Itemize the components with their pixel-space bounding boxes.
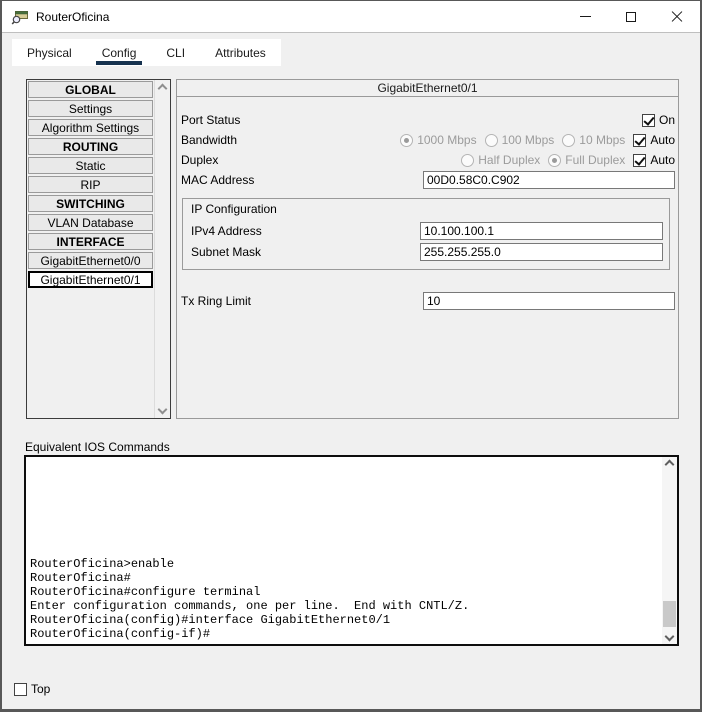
bandwidth-auto-control: Auto bbox=[633, 133, 675, 147]
subnet-mask-label: Subnet Mask bbox=[191, 245, 420, 259]
terminal-line: RouterOficina(config)#interface GigabitE… bbox=[30, 613, 660, 627]
subnet-mask-row: Subnet Mask bbox=[191, 242, 663, 261]
port-status-label: Port Status bbox=[181, 113, 642, 127]
ipv4-address-label: IPv4 Address bbox=[191, 224, 420, 238]
ios-commands-terminal: RouterOficina>enable RouterOficina# Rout… bbox=[24, 455, 679, 646]
tab-strip: Physical Config CLI Attributes bbox=[12, 39, 281, 66]
ios-commands-label: Equivalent IOS Commands bbox=[25, 440, 700, 454]
radio-label: 100 Mbps bbox=[502, 133, 555, 147]
sidebar-item[interactable]: GLOBAL bbox=[28, 81, 153, 98]
ip-configuration-group: IP Configuration IPv4 Address Subnet Mas… bbox=[182, 198, 670, 270]
terminal-line: RouterOficina(config-if)# bbox=[30, 627, 660, 641]
tab[interactable]: Physical bbox=[12, 39, 87, 66]
radio-icon bbox=[548, 154, 561, 167]
terminal-line: Enter configuration commands, one per li… bbox=[30, 599, 660, 613]
radio-label: Half Duplex bbox=[478, 153, 540, 167]
config-area: GLOBAL Settings Algorithm Settings ROUTI… bbox=[26, 79, 679, 419]
bandwidth-label: Bandwidth bbox=[181, 133, 400, 147]
sidebar-item[interactable]: GigabitEthernet0/1 bbox=[28, 271, 153, 288]
top-checkbox-label: Top bbox=[31, 682, 50, 696]
minimize-icon bbox=[580, 16, 591, 17]
sidebar-item[interactable]: VLAN Database bbox=[28, 214, 153, 231]
duplex-auto-label: Auto bbox=[650, 153, 675, 167]
bandwidth-options: 1000 Mbps 100 Mbps 10 Mbps bbox=[400, 133, 633, 147]
sidebar-item[interactable]: Algorithm Settings bbox=[28, 119, 153, 136]
bandwidth-row: Bandwidth 1000 Mbps 100 Mbps bbox=[181, 130, 675, 150]
interface-panel: GigabitEthernet0/1 Port Status On Bandwi… bbox=[176, 79, 679, 419]
config-sidebar: GLOBAL Settings Algorithm Settings ROUTI… bbox=[26, 79, 171, 419]
port-status-checkbox[interactable] bbox=[642, 114, 655, 127]
radio-label: 1000 Mbps bbox=[417, 133, 476, 147]
duplex-radio-option: Full Duplex bbox=[548, 153, 625, 167]
terminal-line: RouterOficina#configure terminal bbox=[30, 585, 660, 599]
mac-address-label: MAC Address bbox=[181, 173, 423, 187]
radio-icon bbox=[461, 154, 474, 167]
sidebar-item[interactable]: RIP bbox=[28, 176, 153, 193]
port-status-row: Port Status On bbox=[181, 110, 675, 130]
radio-icon bbox=[562, 134, 575, 147]
bandwidth-auto-checkbox[interactable] bbox=[633, 134, 646, 147]
scroll-down-icon[interactable] bbox=[665, 632, 675, 642]
bandwidth-auto-label: Auto bbox=[650, 133, 675, 147]
window-title: RouterOficina bbox=[36, 10, 109, 24]
mac-address-row: MAC Address bbox=[181, 170, 675, 190]
scroll-up-icon[interactable] bbox=[665, 460, 675, 470]
ipv4-address-row: IPv4 Address bbox=[191, 221, 663, 240]
subnet-mask-input[interactable] bbox=[420, 243, 663, 261]
close-button[interactable] bbox=[654, 1, 700, 32]
ip-configuration-title: IP Configuration bbox=[191, 202, 663, 216]
sidebar-item[interactable]: ROUTING bbox=[28, 138, 153, 155]
bottom-bar: Top bbox=[14, 682, 700, 696]
sidebar-item[interactable]: GigabitEthernet0/0 bbox=[28, 252, 153, 269]
tab[interactable]: Attributes bbox=[200, 39, 281, 66]
bandwidth-radio-option: 100 Mbps bbox=[485, 133, 555, 147]
duplex-auto-control: Auto bbox=[633, 153, 675, 167]
tab[interactable]: CLI bbox=[151, 39, 200, 66]
sidebar-list: GLOBAL Settings Algorithm Settings ROUTI… bbox=[27, 80, 154, 418]
radio-label: Full Duplex bbox=[565, 153, 625, 167]
window-controls bbox=[562, 1, 700, 32]
terminal-output: RouterOficina>enable RouterOficina# Rout… bbox=[26, 457, 662, 644]
router-config-window: RouterOficina Physical Config CLI Attrib… bbox=[0, 0, 702, 712]
terminal-line: RouterOficina>enable bbox=[30, 557, 660, 571]
ipv4-address-input[interactable] bbox=[420, 222, 663, 240]
bandwidth-radio-option: 10 Mbps bbox=[562, 133, 625, 147]
maximize-button[interactable] bbox=[608, 1, 654, 32]
tab[interactable]: Config bbox=[87, 39, 152, 66]
interface-panel-title: GigabitEthernet0/1 bbox=[177, 80, 678, 97]
close-icon bbox=[671, 11, 683, 23]
sidebar-item[interactable]: Static bbox=[28, 157, 153, 174]
tx-ring-limit-input[interactable] bbox=[423, 292, 675, 310]
top-checkbox[interactable] bbox=[14, 683, 27, 696]
radio-label: 10 Mbps bbox=[579, 133, 625, 147]
sidebar-scrollbar[interactable] bbox=[154, 80, 170, 418]
scroll-down-icon[interactable] bbox=[158, 405, 168, 415]
radio-icon bbox=[485, 134, 498, 147]
port-status-control: On bbox=[642, 113, 675, 127]
duplex-radio-option: Half Duplex bbox=[461, 153, 540, 167]
minimize-button[interactable] bbox=[562, 1, 608, 32]
sidebar-item[interactable]: SWITCHING bbox=[28, 195, 153, 212]
mac-address-input[interactable] bbox=[423, 171, 675, 189]
terminal-line: RouterOficina# bbox=[30, 571, 660, 585]
titlebar: RouterOficina bbox=[2, 1, 700, 33]
tx-ring-limit-label: Tx Ring Limit bbox=[181, 294, 423, 308]
radio-icon bbox=[400, 134, 413, 147]
sidebar-item[interactable]: INTERFACE bbox=[28, 233, 153, 250]
duplex-options: Half Duplex Full Duplex bbox=[461, 153, 633, 167]
router-device-icon bbox=[11, 9, 29, 25]
duplex-label: Duplex bbox=[181, 153, 461, 167]
maximize-icon bbox=[626, 12, 636, 22]
scrollbar-thumb[interactable] bbox=[663, 601, 676, 627]
bandwidth-radio-option: 1000 Mbps bbox=[400, 133, 476, 147]
sidebar-item[interactable]: Settings bbox=[28, 100, 153, 117]
tx-ring-limit-row: Tx Ring Limit bbox=[181, 291, 675, 311]
interface-panel-body: Port Status On Bandwidth 1000 Mbps bbox=[177, 97, 678, 311]
terminal-scrollbar[interactable] bbox=[662, 457, 677, 644]
tab-bar: Physical Config CLI Attributes bbox=[2, 33, 700, 66]
port-status-on-label: On bbox=[659, 113, 675, 127]
duplex-auto-checkbox[interactable] bbox=[633, 154, 646, 167]
scroll-up-icon[interactable] bbox=[158, 84, 168, 94]
duplex-row: Duplex Half Duplex Full Duplex bbox=[181, 150, 675, 170]
